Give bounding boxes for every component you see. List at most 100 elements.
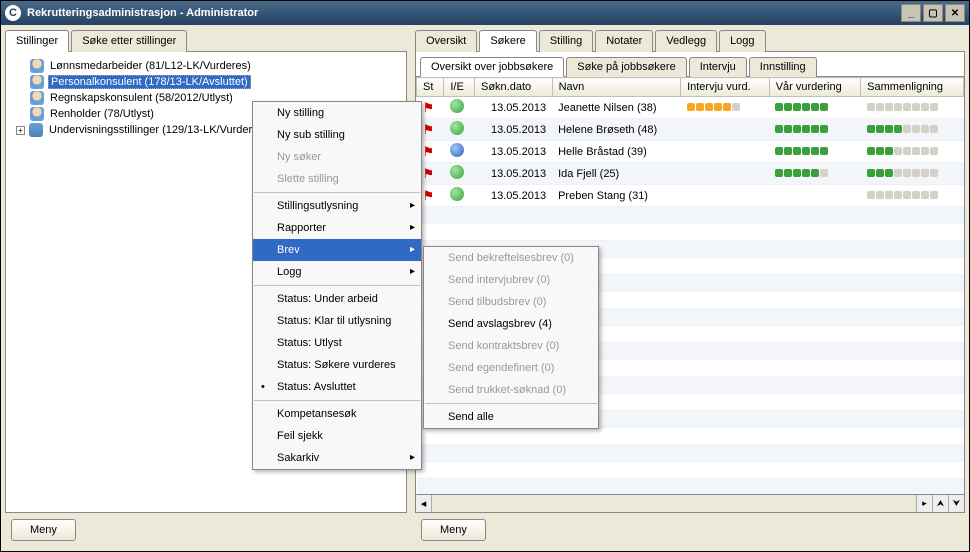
column-header-2[interactable]: Søkn.dato <box>474 78 552 97</box>
context-menu-item-8[interactable]: Logg <box>253 261 421 283</box>
brev-submenu-item-8[interactable]: Send alle <box>424 406 598 428</box>
right-tab-1[interactable]: Søkere <box>479 30 536 52</box>
sub-tab-1[interactable]: Søke på jobbsøkere <box>566 57 686 77</box>
menu-item-label: Status: Under arbeid <box>277 293 378 305</box>
cell-date: 13.05.2013 <box>474 141 552 163</box>
context-menu-item-14[interactable]: Status: Avsluttet <box>253 376 421 398</box>
menu-item-label: Ny søker <box>277 151 321 163</box>
column-header-1[interactable]: I/E <box>444 78 475 97</box>
cell-date: 13.05.2013 <box>474 97 552 119</box>
user-icon <box>30 59 44 73</box>
menu-item-label: Status: Utlyst <box>277 337 342 349</box>
right-tab-0[interactable]: Oversikt <box>415 30 477 52</box>
context-menu-item-18[interactable]: Sakarkiv <box>253 447 421 469</box>
cell-date: 13.05.2013 <box>474 119 552 141</box>
column-header-0[interactable]: St <box>417 78 444 97</box>
right-tab-4[interactable]: Vedlegg <box>655 30 717 52</box>
sub-tab-3[interactable]: Innstilling <box>749 57 817 77</box>
scroll-down-icon[interactable]: ⮟ <box>948 495 964 512</box>
context-menu-item-2: Ny søker <box>253 146 421 168</box>
context-menu-item-0[interactable]: Ny stilling <box>253 102 421 124</box>
cell-interview-rating <box>681 97 770 119</box>
tree-item-0[interactable]: Lønnsmedarbeider (81/L12-LK/Vurderes) <box>10 58 402 74</box>
flag-icon: ⚑ <box>423 100 435 115</box>
scroll-left-icon[interactable]: ◂ <box>416 495 432 512</box>
context-menu-item-16[interactable]: Kompetansesøk <box>253 403 421 425</box>
expand-icon[interactable]: + <box>16 126 25 135</box>
globe-icon <box>450 187 464 201</box>
cell-name: Preben Stang (31) <box>552 185 681 207</box>
close-button[interactable]: ✕ <box>945 4 965 22</box>
cell-date: 13.05.2013 <box>474 163 552 185</box>
context-menu[interactable]: Ny stilling Ny sub stilling Ny søker Slette… <box>252 101 422 470</box>
brev-submenu-item-3[interactable]: Send avslagsbrev (4) <box>424 313 598 335</box>
context-menu-item-3: Slette stilling <box>253 168 421 190</box>
scroll-right-icon[interactable]: ▸ <box>916 495 932 512</box>
cell-interview-rating <box>681 141 770 163</box>
brev-submenu-item-5: Send egendefinert (0) <box>424 357 598 379</box>
menu-item-label: Rapporter <box>277 222 326 234</box>
menu-button-right[interactable]: Meny <box>421 519 486 541</box>
menu-item-label: Feil sjekk <box>277 430 323 442</box>
flag-icon: ⚑ <box>423 166 435 181</box>
menu-item-label: Status: Klar til utlysning <box>277 315 391 327</box>
menu-item-label: Send kontraktsbrev (0) <box>448 340 559 352</box>
left-tab-0[interactable]: Stillinger <box>5 30 69 52</box>
column-header-3[interactable]: Navn <box>552 78 681 97</box>
column-header-6[interactable]: Sammenligning <box>861 78 964 97</box>
globe-icon <box>450 99 464 113</box>
context-menu-item-1[interactable]: Ny sub stilling <box>253 124 421 146</box>
column-header-4[interactable]: Intervju vurd. <box>681 78 770 97</box>
table-row[interactable]: ⚑ 13.05.2013Ida Fjell (25) <box>417 163 964 185</box>
right-tab-3[interactable]: Notater <box>595 30 653 52</box>
cell-interview-rating <box>681 163 770 185</box>
table-row[interactable]: ⚑13.05.2013Jeanette Nilsen (38) <box>417 97 964 119</box>
context-menu-item-10[interactable]: Status: Under arbeid <box>253 288 421 310</box>
cell-date: 13.05.2013 <box>474 185 552 207</box>
right-tab-5[interactable]: Logg <box>719 30 765 52</box>
context-menu-item-17[interactable]: Feil sjekk <box>253 425 421 447</box>
flag-icon: ⚑ <box>423 144 435 159</box>
table-row[interactable]: ⚑13.05.2013Helene Brøseth (48) <box>417 119 964 141</box>
cell-our-rating <box>769 185 860 207</box>
scroll-up-icon[interactable]: ⮝ <box>932 495 948 512</box>
table-row[interactable]: ⚑ 13.05.2013Helle Bråstad (39) <box>417 141 964 163</box>
cell-our-rating <box>769 163 860 185</box>
cell-our-rating <box>769 119 860 141</box>
context-menu-item-5[interactable]: Stillingsutlysning <box>253 195 421 217</box>
sub-tab-0[interactable]: Oversikt over jobbsøkere <box>420 57 564 77</box>
menu-item-label: Send egendefinert (0) <box>448 362 554 374</box>
context-menu-item-13[interactable]: Status: Søkere vurderes <box>253 354 421 376</box>
tree-item-label: Lønnsmedarbeider (81/L12-LK/Vurderes) <box>48 60 253 72</box>
column-header-5[interactable]: Vår vurdering <box>769 78 860 97</box>
menu-item-label: Send avslagsbrev (4) <box>448 318 552 330</box>
user-icon <box>30 107 44 121</box>
menu-item-label: Stillingsutlysning <box>277 200 358 212</box>
cell-comparison <box>861 185 964 207</box>
context-menu-item-6[interactable]: Rapporter <box>253 217 421 239</box>
user-icon <box>30 91 44 105</box>
brev-submenu[interactable]: Send bekreftelsesbrev (0)Send intervjubr… <box>423 246 599 429</box>
window-title: Rekrutteringsadministrasjon - Administra… <box>27 7 901 19</box>
tree-item-1[interactable]: Personalkonsulent (178/13-LK/Avsluttet) <box>10 74 402 90</box>
context-menu-item-12[interactable]: Status: Utlyst <box>253 332 421 354</box>
menu-item-label: Ny sub stilling <box>277 129 345 141</box>
context-menu-item-11[interactable]: Status: Klar til utlysning <box>253 310 421 332</box>
context-menu-item-7[interactable]: Brev <box>253 239 421 261</box>
right-tab-2[interactable]: Stilling <box>539 30 593 52</box>
table-row[interactable]: ⚑13.05.2013Preben Stang (31) <box>417 185 964 207</box>
minimize-button[interactable]: _ <box>901 4 921 22</box>
cell-name: Helle Bråstad (39) <box>552 141 681 163</box>
left-tab-1[interactable]: Søke etter stillinger <box>71 30 187 52</box>
brev-submenu-item-2: Send tilbudsbrev (0) <box>424 291 598 313</box>
maximize-button[interactable]: ▢ <box>923 4 943 22</box>
right-tabs: OversiktSøkereStillingNotaterVedleggLogg <box>415 29 965 52</box>
cell-comparison <box>861 97 964 119</box>
cell-name: Ida Fjell (25) <box>552 163 681 185</box>
tree-item-label: Personalkonsulent (178/13-LK/Avsluttet) <box>48 75 251 89</box>
menu-item-label: Brev <box>277 244 300 256</box>
cell-name: Helene Brøseth (48) <box>552 119 681 141</box>
menu-button-left[interactable]: Meny <box>11 519 76 541</box>
grid-scrollbar[interactable]: ◂ ▸ ⮝ ⮟ <box>416 494 964 512</box>
sub-tab-2[interactable]: Intervju <box>689 57 747 77</box>
